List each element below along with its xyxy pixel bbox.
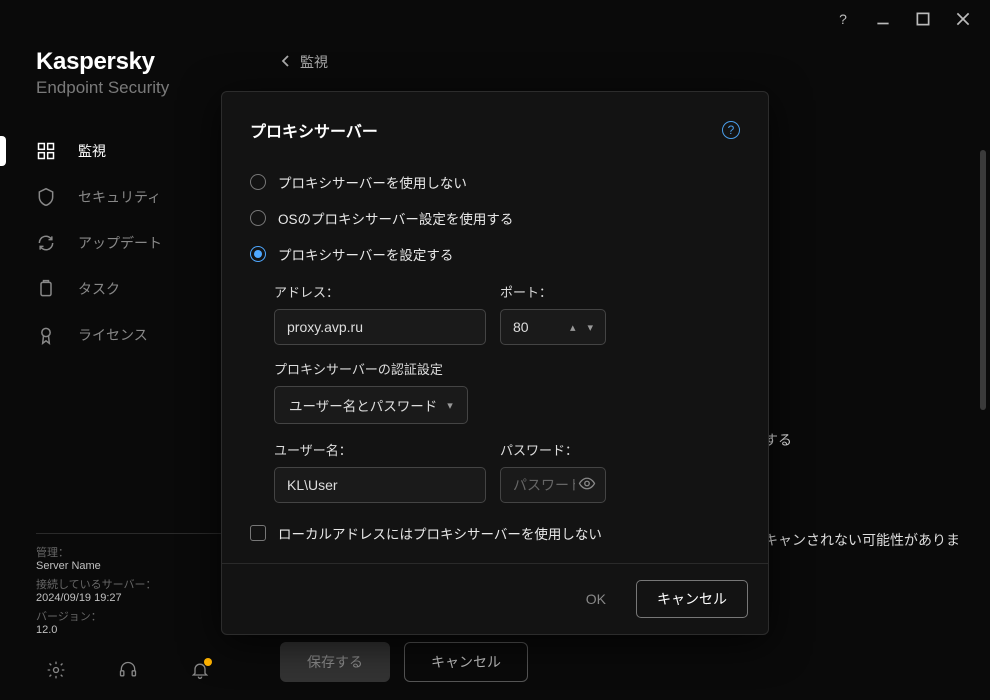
checkbox-icon: [250, 525, 266, 541]
proxy-modal: プロキシサーバー ? プロキシサーバーを使用しない OSのプロキシサーバー設定を…: [221, 91, 769, 635]
brand-title: Kaspersky: [36, 48, 224, 76]
password-label: パスワード：: [500, 440, 606, 459]
sidebar-item-label: タスク: [78, 279, 120, 299]
bg-text-fragment-2: スキャンされない可能性がありま: [750, 530, 960, 550]
connected-label: 接続しているサーバー：: [36, 576, 224, 592]
modal-help-icon[interactable]: ?: [722, 121, 740, 139]
cancel-button[interactable]: キャンセル: [404, 642, 528, 682]
radio-manual-proxy[interactable]: プロキシサーバーを設定する: [250, 236, 740, 272]
modal-footer: OK キャンセル: [222, 563, 768, 634]
modal-title: プロキシサーバー: [250, 118, 378, 142]
clipboard-icon: [36, 279, 56, 299]
checkbox-label: ローカルアドレスにはプロキシサーバーを使用しない: [278, 523, 602, 543]
version-label: バージョン：: [36, 608, 224, 624]
save-button[interactable]: 保存する: [280, 642, 390, 682]
radio-no-proxy[interactable]: プロキシサーバーを使用しない: [250, 164, 740, 200]
port-label: ポート：: [500, 282, 606, 301]
medal-icon: [36, 325, 56, 345]
sidebar-item-label: セキュリティ: [78, 187, 161, 207]
checkbox-local-bypass[interactable]: ローカルアドレスにはプロキシサーバーを使用しない: [250, 523, 740, 543]
brand-subtitle: Endpoint Security: [36, 78, 224, 98]
breadcrumb[interactable]: 監視: [280, 52, 970, 72]
close-icon[interactable]: [954, 10, 972, 28]
modal-body: プロキシサーバーを使用しない OSのプロキシサーバー設定を使用する プロキシサー…: [222, 156, 768, 563]
dashboard-icon: [36, 141, 56, 161]
proxy-form: アドレス： ポート： ▴ ▾: [274, 282, 740, 503]
username-label: ユーザー名：: [274, 440, 486, 459]
auth-select-value: ユーザー名とパスワード: [289, 395, 437, 415]
port-field[interactable]: [513, 319, 553, 335]
app-window: ? Kaspersky Endpoint Security 監視: [0, 0, 990, 700]
scrollbar[interactable]: [980, 150, 986, 410]
admin-label: 管理：: [36, 544, 224, 560]
notification-dot-icon: [204, 658, 212, 666]
radio-label: プロキシサーバーを使用しない: [278, 172, 467, 192]
radio-os-proxy[interactable]: OSのプロキシサーバー設定を使用する: [250, 200, 740, 236]
ok-button[interactable]: OK: [568, 580, 624, 618]
auth-select[interactable]: ユーザー名とパスワード ▾: [274, 386, 468, 424]
version-value: 12.0: [36, 624, 224, 636]
eye-icon[interactable]: [578, 475, 596, 496]
help-icon[interactable]: ?: [834, 10, 852, 28]
connected-value: 2024/09/19 19:27: [36, 592, 224, 604]
minimize-icon[interactable]: [874, 10, 892, 28]
gear-icon[interactable]: [46, 660, 66, 680]
modal-cancel-button[interactable]: キャンセル: [636, 580, 748, 618]
radio-icon: [250, 246, 266, 262]
maximize-icon[interactable]: [914, 10, 932, 28]
shield-icon: [36, 187, 56, 207]
titlebar: ?: [0, 0, 990, 38]
headset-icon[interactable]: [118, 660, 138, 680]
address-label: アドレス：: [274, 282, 486, 301]
chevron-down-icon[interactable]: ▾: [587, 321, 593, 334]
sidebar-item-label: ライセンス: [78, 325, 148, 345]
auth-label: プロキシサーバーの認証設定: [274, 359, 740, 378]
sidebar-bottom-icons: [0, 646, 260, 700]
sidebar-item-label: アップデート: [78, 233, 162, 253]
username-input[interactable]: [274, 467, 486, 503]
server-name: Server Name: [36, 560, 224, 572]
sidebar-item-label: 監視: [78, 141, 106, 161]
address-input[interactable]: [274, 309, 486, 345]
page-footer-buttons: 保存する キャンセル: [280, 642, 528, 682]
refresh-icon: [36, 233, 56, 253]
modal-header: プロキシサーバー ?: [222, 92, 768, 156]
radio-label: OSのプロキシサーバー設定を使用する: [278, 208, 513, 228]
bell-icon[interactable]: [190, 660, 210, 680]
radio-icon: [250, 174, 266, 190]
port-input[interactable]: ▴ ▾: [500, 309, 606, 345]
chevron-up-icon[interactable]: ▴: [570, 321, 576, 334]
radio-label: プロキシサーバーを設定する: [278, 244, 453, 264]
breadcrumb-label: 監視: [300, 52, 328, 72]
chevron-down-icon: ▾: [447, 399, 453, 412]
chevron-left-icon: [280, 54, 290, 71]
radio-icon: [250, 210, 266, 226]
